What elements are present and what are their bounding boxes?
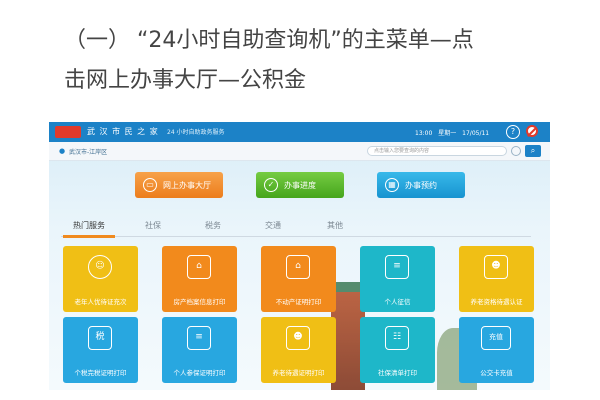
- tile-social-list[interactable]: ☷ 社保清单打印: [360, 317, 435, 383]
- tile-label: 社保清单打印: [378, 369, 417, 377]
- tab-traffic[interactable]: 交通: [265, 220, 281, 231]
- service-subtitle: 24 小时自助政务服务: [167, 129, 225, 136]
- tile-personal-credit[interactable]: ≡ 个人征信: [360, 246, 435, 312]
- tile-label: 个人征信: [384, 298, 411, 306]
- tile-label: 老年人优待证充次: [74, 298, 127, 306]
- elderly-icon: ☺: [88, 255, 112, 279]
- calendar-icon: ▦: [385, 178, 399, 192]
- appointment-label: 办事预约: [405, 181, 437, 190]
- tile-label: 个税完税证明打印: [74, 369, 127, 377]
- tile-label: 养老资格待遇认证: [470, 298, 523, 306]
- tile-house-archive[interactable]: ⌂ 房产档案信息打印: [162, 246, 237, 312]
- tab-social-security[interactable]: 社保: [145, 220, 161, 231]
- pension-id-icon: ☻: [484, 255, 508, 279]
- logo-icon: [55, 126, 81, 138]
- computer-icon: ▭: [143, 178, 157, 192]
- top-bar: 武 汉 市 民 之 家 24 小时自助政务服务 13:00 星期一 17/05/…: [49, 122, 550, 142]
- current-location[interactable]: 武汉市-江岸区: [69, 147, 107, 156]
- insurance-doc-icon: ≡: [187, 326, 211, 350]
- clock: 13:00 星期一 17/05/11: [415, 128, 493, 137]
- bus-card-icon: 充值: [481, 326, 511, 350]
- tile-tax-certificate[interactable]: 税 个税完税证明打印: [63, 317, 138, 383]
- tile-label: 不动产证明打印: [275, 298, 322, 306]
- search-icon: ⌕: [530, 146, 536, 155]
- appointment-button[interactable]: ▦ 办事预约: [377, 172, 465, 198]
- time: 13:00: [415, 130, 433, 137]
- tile-pension-certificate[interactable]: ☻ 养老待遇证明打印: [261, 317, 336, 383]
- tile-property-certificate[interactable]: ⌂ 不动产证明打印: [261, 246, 336, 312]
- online-hall-label: 网上办事大厅: [163, 181, 211, 190]
- kiosk-screen: 武 汉 市 民 之 家 24 小时自助政务服务 13:00 星期一 17/05/…: [49, 122, 550, 390]
- tile-label: 养老待遇证明打印: [272, 369, 325, 377]
- category-tabs: 热门服务 社保 税务 交通 其他: [49, 218, 550, 236]
- tile-label: 个人参保证明打印: [173, 369, 226, 377]
- progress-icon: ✓: [264, 178, 278, 192]
- weekday: 星期一: [438, 130, 457, 137]
- brand-title: 武 汉 市 民 之 家: [87, 127, 159, 136]
- house-file-icon: ⌂: [187, 255, 211, 279]
- tile-pension-qualification[interactable]: ☻ 养老资格待遇认证: [459, 246, 534, 312]
- social-list-icon: ☷: [385, 326, 409, 350]
- search-button[interactable]: ⌕: [525, 145, 541, 157]
- tile-bus-card-recharge[interactable]: 充值 公交卡充值: [459, 317, 534, 383]
- tile-insurance-certificate[interactable]: ≡ 个人参保证明打印: [162, 317, 237, 383]
- tab-divider: [61, 236, 531, 237]
- progress-button[interactable]: ✓ 办事进度: [256, 172, 344, 198]
- tile-label: 房产档案信息打印: [173, 298, 226, 306]
- caption-line-2: 击网上办事大厅—公积金: [64, 68, 307, 93]
- tab-other[interactable]: 其他: [327, 220, 343, 231]
- online-hall-button[interactable]: ▭ 网上办事大厅: [135, 172, 223, 198]
- tab-hot-services[interactable]: 热门服务: [73, 220, 105, 231]
- date: 17/05/11: [462, 130, 490, 137]
- tab-tax[interactable]: 税务: [205, 220, 221, 231]
- location-pin-icon: ●: [59, 147, 66, 155]
- search-input[interactable]: 点击输入您要查询的内容: [367, 146, 507, 156]
- tile-elderly-card[interactable]: ☺ 老年人优待证充次: [63, 246, 138, 312]
- active-tab-indicator: [63, 235, 115, 238]
- stop-icon[interactable]: [526, 125, 538, 137]
- property-icon: ⌂: [286, 255, 310, 279]
- help-icon[interactable]: ?: [506, 125, 520, 139]
- tile-label: 公交卡充值: [480, 369, 513, 377]
- location-search-bar: ● 武汉市-江岸区 点击输入您要查询的内容 ⌕: [49, 142, 550, 161]
- caption-line-1: （一） “24小时自助查询机”的主菜单—点: [64, 28, 474, 53]
- voice-icon[interactable]: [511, 146, 521, 156]
- pension-doc-icon: ☻: [286, 326, 310, 350]
- progress-label: 办事进度: [284, 181, 316, 190]
- credit-doc-icon: ≡: [385, 255, 409, 279]
- tax-icon: 税: [88, 326, 112, 350]
